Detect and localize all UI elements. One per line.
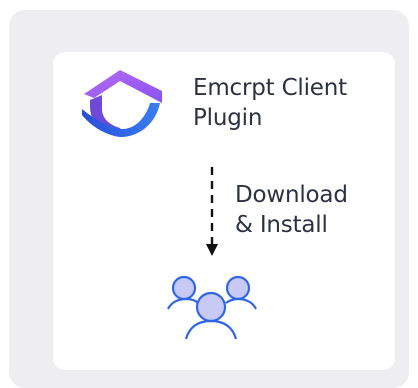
shield-logo-icon	[82, 70, 162, 137]
action-label-line2: & Install	[235, 212, 328, 238]
action-label: Download & Install	[235, 180, 385, 240]
dashed-down-arrow-icon	[206, 167, 218, 256]
plugin-name: Emcrpt Client Plugin	[193, 73, 383, 133]
users-group-icon	[167, 275, 257, 340]
plugin-name-line2: Plugin	[193, 105, 263, 131]
action-label-line1: Download	[235, 182, 348, 208]
plugin-name-line1: Emcrpt Client	[193, 75, 347, 101]
